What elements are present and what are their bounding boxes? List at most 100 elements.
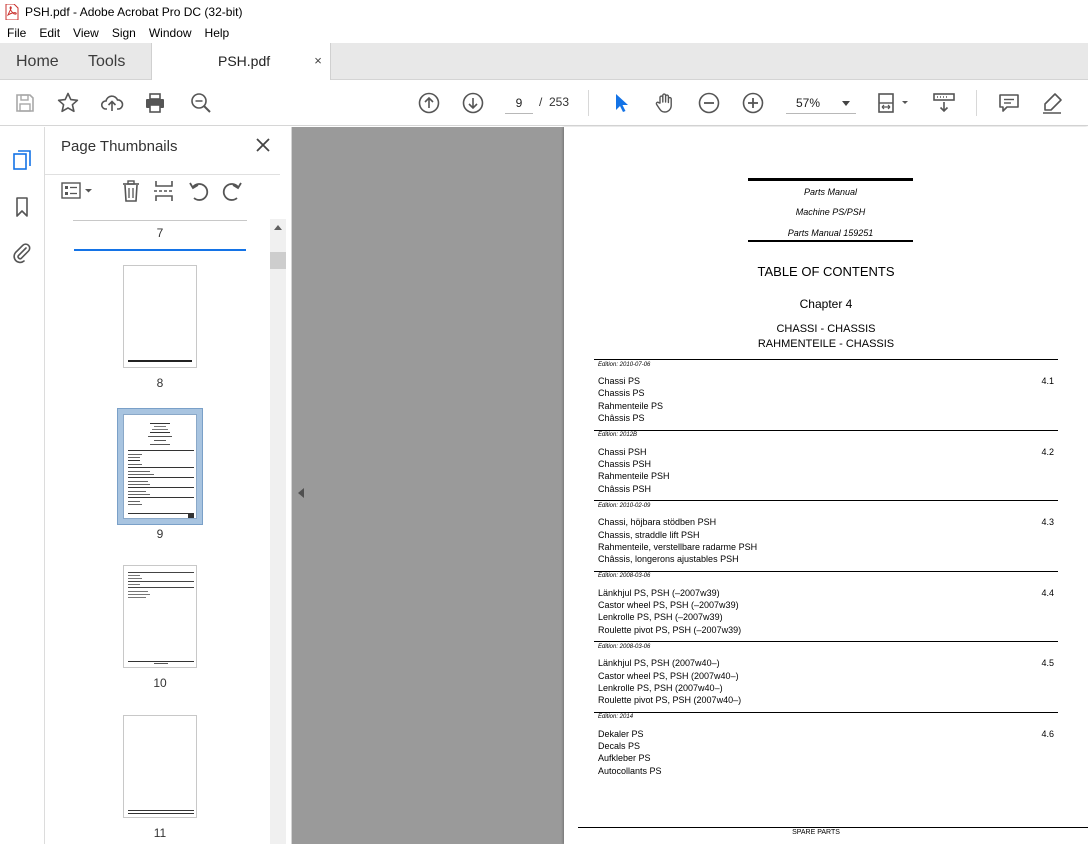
toc-entry[interactable]: Castor wheel PS, PSH (2007w40–) bbox=[598, 671, 739, 681]
toc-entry[interactable]: Chassi, höjbara stödben PSH bbox=[598, 517, 716, 527]
close-icon[interactable] bbox=[255, 137, 271, 153]
toc-entry[interactable]: Châssis PS bbox=[598, 413, 645, 423]
toc-entry[interactable]: Châssis, longerons ajustables PSH bbox=[598, 554, 739, 564]
edition-label: Edition: 2010-07-06 bbox=[598, 362, 651, 368]
toc-entry[interactable]: Roulette pivot PS, PSH (2007w40–) bbox=[598, 695, 741, 705]
rotate-counterclockwise-icon[interactable] bbox=[187, 179, 211, 203]
toc-entry[interactable]: Dekaler PS bbox=[598, 729, 644, 739]
comment-icon[interactable] bbox=[997, 91, 1021, 115]
menu-help[interactable]: Help bbox=[198, 23, 236, 43]
edition-label: Edition: 2012B bbox=[598, 432, 638, 438]
section-rule bbox=[594, 641, 1058, 642]
tab-document-label: PSH.pdf bbox=[218, 53, 271, 69]
toolbar: / 253 57% bbox=[0, 80, 1088, 126]
scroll-mode-icon[interactable] bbox=[932, 91, 956, 115]
toc-entry[interactable]: Châssis PSH bbox=[598, 484, 651, 494]
collapse-panel-icon[interactable] bbox=[298, 488, 304, 498]
edition-label: Edition: 2008-03-06 bbox=[598, 573, 651, 579]
tab-tools[interactable]: Tools bbox=[88, 43, 125, 80]
thumb-label-9: 9 bbox=[156, 527, 164, 541]
hand-icon[interactable] bbox=[653, 91, 677, 115]
bookmark-star-icon[interactable] bbox=[56, 91, 80, 115]
header-line-1: Parts Manual bbox=[803, 187, 858, 197]
toc-entry[interactable]: Autocollants PS bbox=[598, 766, 662, 776]
toc-entry[interactable]: Castor wheel PS, PSH (–2007w39) bbox=[598, 600, 739, 610]
extract-pages-icon[interactable] bbox=[153, 179, 175, 203]
zoom-dropdown[interactable]: 57% bbox=[786, 92, 856, 114]
header-line-2: Machine PS/PSH bbox=[795, 207, 866, 217]
toc-entry[interactable]: Chassi PS bbox=[598, 376, 640, 386]
menu-view[interactable]: View bbox=[66, 23, 105, 43]
toc-entry[interactable]: Länkhjul PS, PSH (–2007w39) bbox=[598, 588, 720, 598]
print-icon[interactable] bbox=[143, 91, 167, 115]
upload-icon[interactable] bbox=[100, 91, 124, 115]
section-number[interactable]: 4.4 bbox=[1041, 588, 1054, 598]
save-icon[interactable] bbox=[13, 91, 37, 115]
page-up-icon[interactable] bbox=[417, 91, 441, 115]
thumbnail-tools bbox=[45, 174, 280, 206]
page-fit-icon[interactable] bbox=[876, 91, 910, 115]
zoom-in-icon[interactable] bbox=[741, 91, 765, 115]
thumb-page-11[interactable] bbox=[123, 715, 197, 818]
acrobat-pdf-icon bbox=[5, 3, 19, 20]
scroll-up-icon[interactable] bbox=[274, 225, 282, 230]
section-number[interactable]: 4.1 bbox=[1041, 376, 1054, 386]
toc-entry[interactable]: Chassi PSH bbox=[598, 447, 647, 457]
panel-title: Page Thumbnails bbox=[61, 138, 178, 155]
toc-entry[interactable]: Chassis, straddle lift PSH bbox=[598, 530, 700, 540]
zoom-out-icon[interactable] bbox=[697, 91, 721, 115]
menu-window[interactable]: Window bbox=[142, 23, 198, 43]
attachment-icon[interactable] bbox=[10, 241, 34, 265]
delete-page-icon[interactable] bbox=[120, 179, 142, 203]
thumb-label-10: 10 bbox=[153, 676, 167, 690]
section-rule bbox=[594, 571, 1058, 572]
thumb-page-10[interactable] bbox=[123, 565, 197, 668]
thumbnail-options-icon[interactable] bbox=[61, 181, 97, 201]
highlight-pen-icon[interactable] bbox=[1040, 91, 1064, 115]
section-number[interactable]: 4.3 bbox=[1041, 517, 1054, 527]
menu-file[interactable]: File bbox=[0, 23, 32, 43]
toc-entry[interactable]: Länkhjul PS, PSH (2007w40–) bbox=[598, 658, 720, 668]
toc-entry[interactable]: Lenkrolle PS, PSH (–2007w39) bbox=[598, 612, 723, 622]
section-rule bbox=[594, 430, 1058, 431]
section-number[interactable]: 4.5 bbox=[1041, 658, 1054, 668]
thumb-page-9-selected[interactable] bbox=[117, 408, 203, 525]
toc-entry[interactable]: Aufkleber PS bbox=[598, 753, 651, 763]
thumb-insert-indicator bbox=[74, 249, 246, 251]
toc-entry[interactable]: Rahmenteile PSH bbox=[598, 471, 670, 481]
toc-entry[interactable]: Rahmenteile, verstellbare radarme PSH bbox=[598, 542, 757, 552]
tab-document[interactable]: PSH.pdf × bbox=[151, 43, 331, 81]
select-cursor-icon[interactable] bbox=[609, 91, 633, 115]
toc-entry[interactable]: Chassis PS bbox=[598, 388, 645, 398]
thumbnails-scrollbar[interactable] bbox=[270, 219, 286, 844]
section-number[interactable]: 4.6 bbox=[1041, 729, 1054, 739]
menu-edit[interactable]: Edit bbox=[32, 23, 66, 43]
document-viewport[interactable]: Parts Manual Machine PS/PSH Parts Manual… bbox=[292, 127, 1088, 844]
section-number[interactable]: 4.2 bbox=[1041, 447, 1054, 457]
header-rule-top bbox=[748, 178, 913, 181]
scrollbar-thumb[interactable] bbox=[270, 252, 286, 269]
toc-entry[interactable]: Decals PS bbox=[598, 741, 640, 751]
toc-entry[interactable]: Lenkrolle PS, PSH (2007w40–) bbox=[598, 683, 723, 693]
tab-home[interactable]: Home bbox=[16, 43, 59, 80]
thumb-page-8[interactable] bbox=[123, 265, 197, 368]
zoom-search-icon[interactable] bbox=[189, 91, 213, 115]
thumb-label-7: 7 bbox=[156, 226, 164, 240]
chapter-title: Chapter 4 bbox=[799, 297, 853, 311]
toc-entry[interactable]: Chassis PSH bbox=[598, 459, 651, 469]
toc-entry[interactable]: Rahmenteile PS bbox=[598, 401, 663, 411]
bookmark-icon[interactable] bbox=[10, 195, 34, 219]
page-thumbnails-icon[interactable] bbox=[10, 148, 34, 172]
page-total: 253 bbox=[549, 95, 570, 109]
page-number-input[interactable] bbox=[505, 92, 533, 114]
edition-label: Edition: 2014 bbox=[598, 714, 634, 720]
thumbnails-list[interactable]: 7 8 9 10 11 bbox=[45, 220, 285, 844]
rotate-clockwise-icon[interactable] bbox=[220, 179, 244, 203]
header-line-3: Parts Manual 159251 bbox=[787, 228, 874, 238]
page-down-icon[interactable] bbox=[461, 91, 485, 115]
toc-entry[interactable]: Roulette pivot PS, PSH (–2007w39) bbox=[598, 625, 741, 635]
toolbar-separator bbox=[976, 90, 977, 116]
thumb-label-8: 8 bbox=[156, 376, 164, 390]
menu-sign[interactable]: Sign bbox=[105, 23, 142, 43]
close-tab-icon[interactable]: × bbox=[312, 54, 324, 68]
